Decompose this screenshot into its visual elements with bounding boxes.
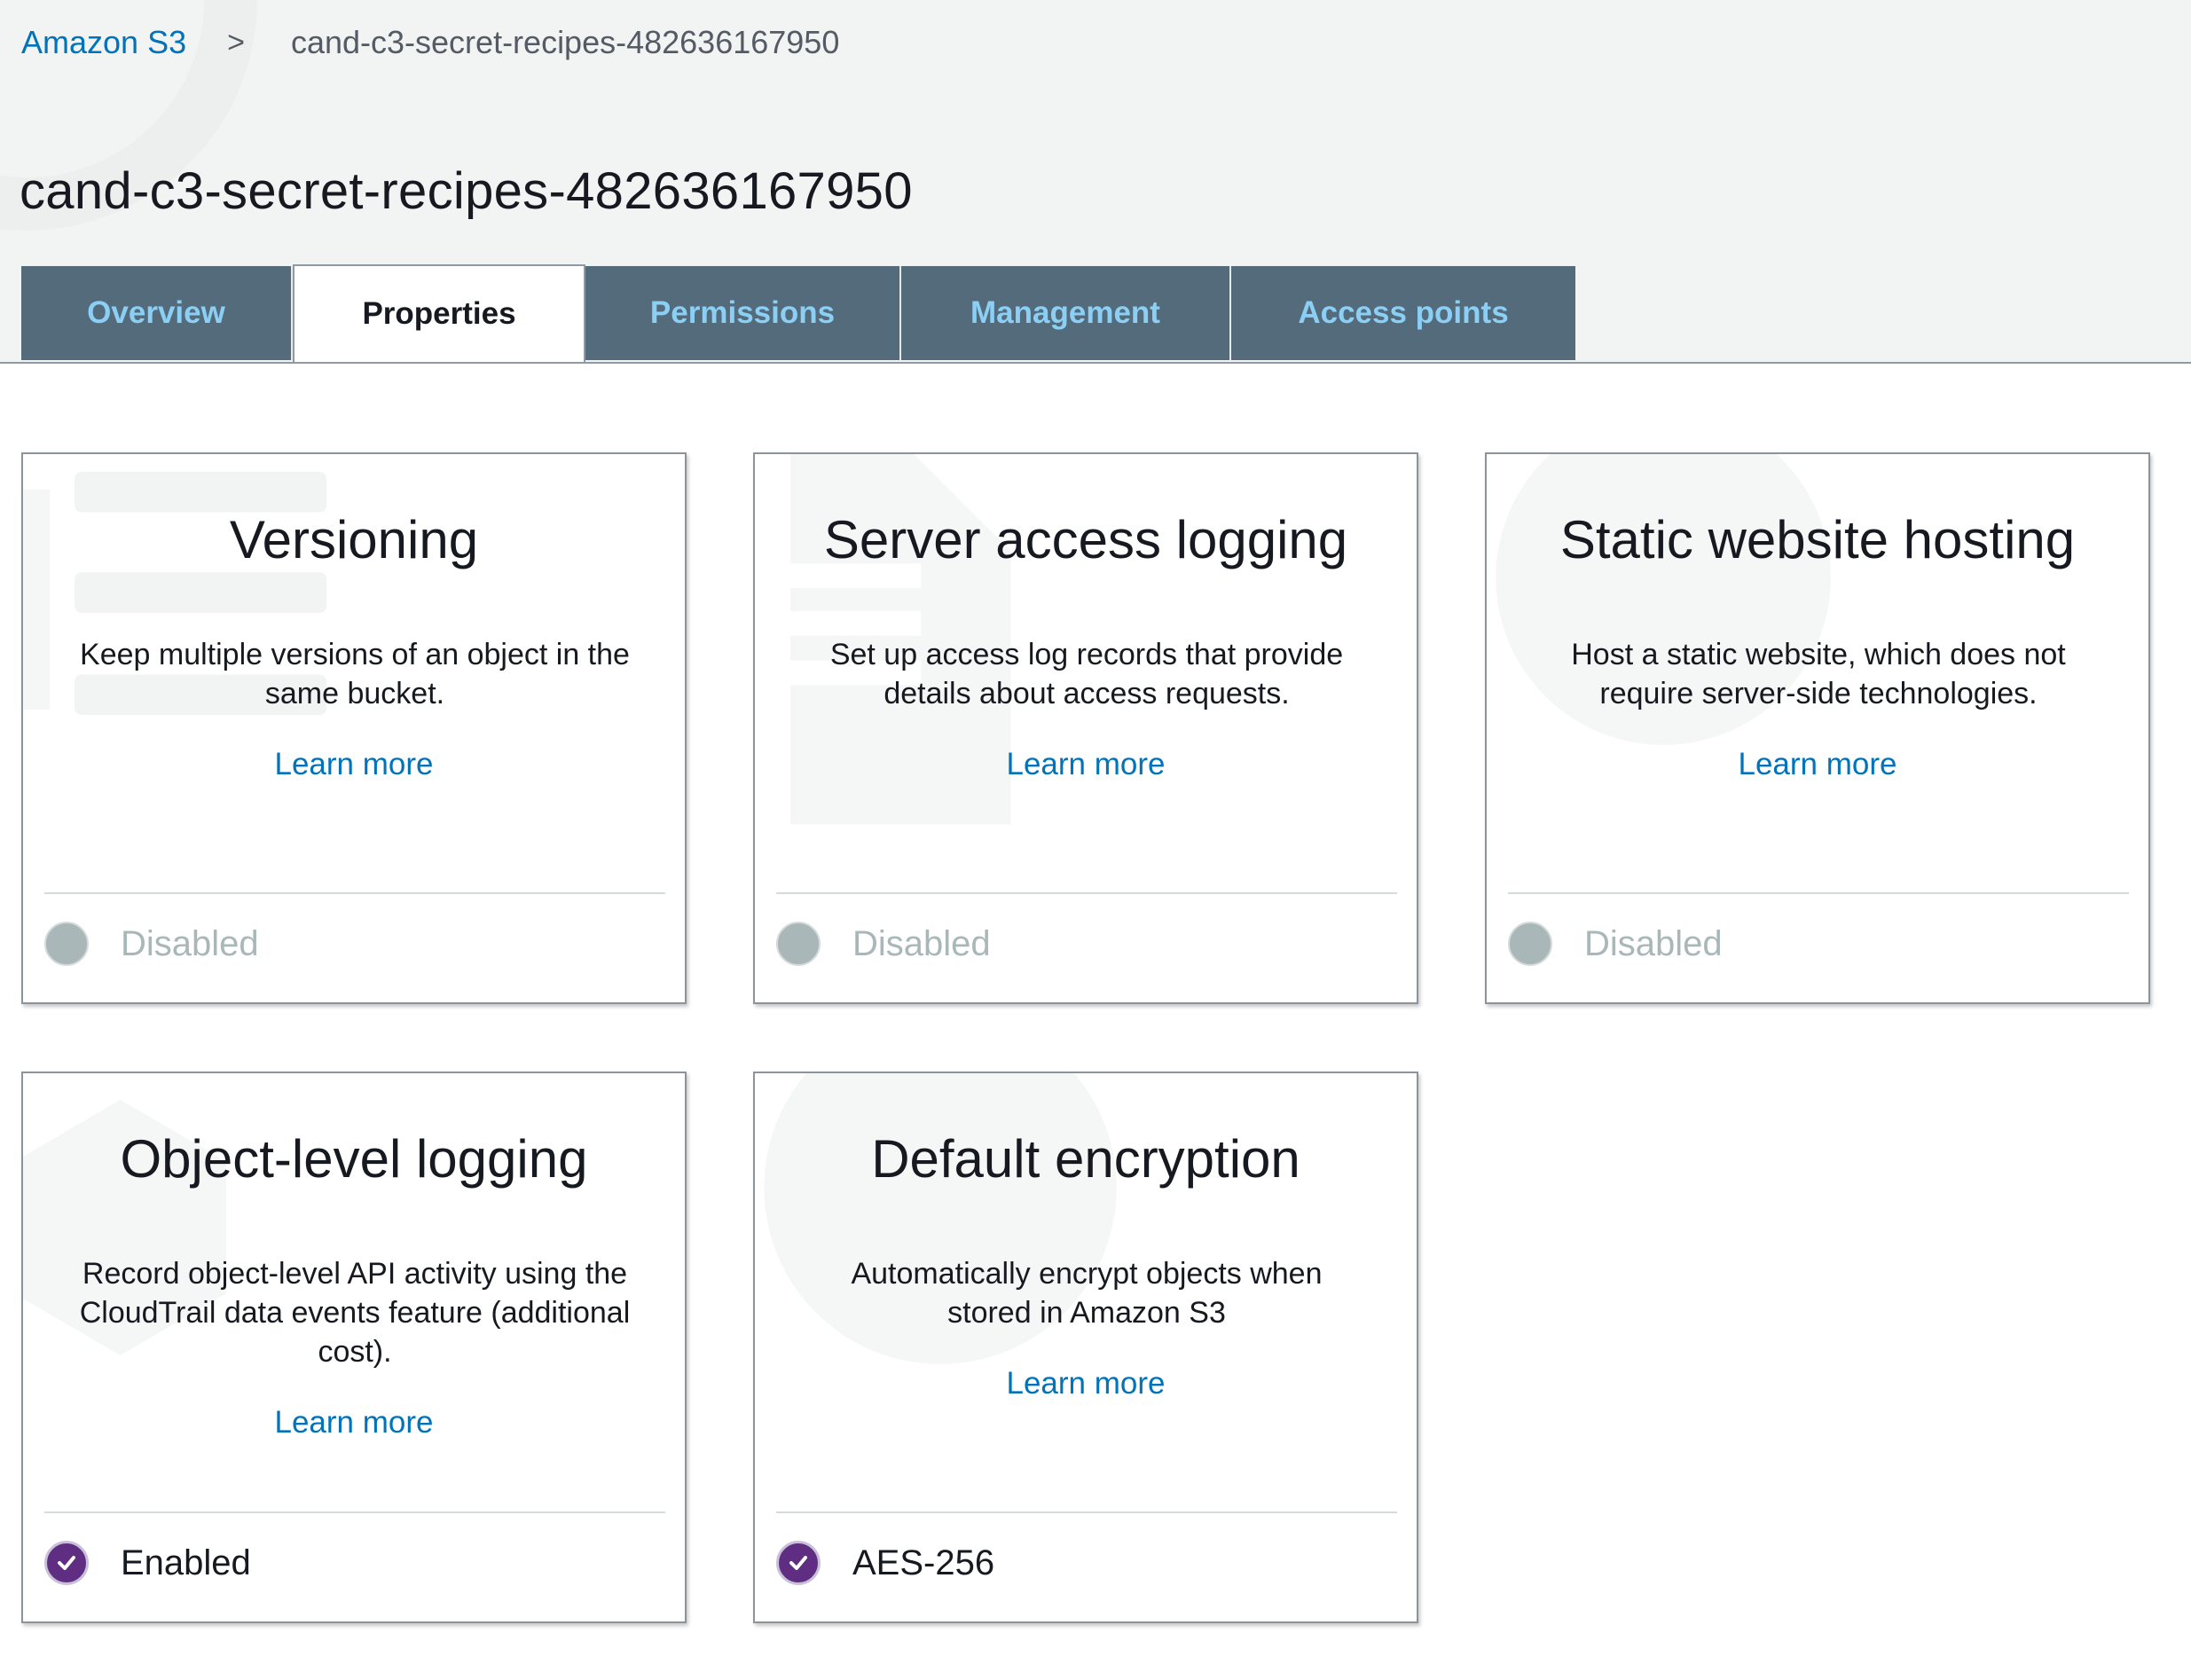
static-website-hosting-divider bbox=[1508, 892, 2129, 894]
static-website-hosting-title: Static website hosting bbox=[1559, 510, 2076, 569]
versioning-divider bbox=[44, 892, 665, 894]
default-encryption-description: Automatically encrypt objects when store… bbox=[851, 1257, 1323, 1330]
tab-overview[interactable]: Overview bbox=[21, 266, 293, 360]
versioning-card[interactable]: Versioning Keep multiple versions of an … bbox=[21, 452, 687, 1004]
versioning-status: Disabled bbox=[44, 922, 259, 966]
static-website-hosting-status: Disabled bbox=[1508, 922, 1723, 966]
server-access-logging-description: Set up access log records that provide d… bbox=[829, 638, 1344, 710]
static-website-hosting-card[interactable]: Static website hosting Host a static web… bbox=[1485, 452, 2150, 1004]
tab-permissions[interactable]: Permissions bbox=[585, 266, 901, 360]
object-level-logging-status-text: Enabled bbox=[121, 1543, 251, 1582]
server-access-logging-title: Server access logging bbox=[823, 510, 1348, 569]
object-level-logging-learn-more-link[interactable]: Learn more bbox=[23, 1405, 685, 1441]
tab-access-points[interactable]: Access points bbox=[1231, 266, 1575, 360]
breadcrumb-amazon-s3-link[interactable]: Amazon S3 bbox=[21, 24, 186, 61]
static-website-hosting-status-text: Disabled bbox=[1584, 923, 1723, 963]
server-access-logging-card[interactable]: Server access logging Set up access log … bbox=[753, 452, 1418, 1004]
disabled-circle-icon bbox=[1508, 922, 1552, 966]
disabled-circle-icon bbox=[44, 922, 89, 966]
default-encryption-status-text: AES-256 bbox=[852, 1543, 995, 1582]
checkmark-icon bbox=[58, 1556, 75, 1570]
check-circle-icon bbox=[776, 1541, 821, 1585]
default-encryption-title: Default encryption bbox=[871, 1129, 1300, 1189]
s3-bucket-properties-page: Amazon S3 > cand-c3-secret-recipes-48263… bbox=[0, 0, 2191, 1680]
page-header: Amazon S3 > cand-c3-secret-recipes-48263… bbox=[0, 0, 2191, 364]
tab-management[interactable]: Management bbox=[901, 266, 1231, 360]
versioning-title: Versioning bbox=[229, 510, 479, 569]
versioning-status-text: Disabled bbox=[121, 923, 259, 963]
disabled-circle-icon bbox=[776, 922, 821, 966]
static-website-hosting-description: Host a static website, which does not re… bbox=[1571, 638, 2066, 710]
object-level-logging-status: Enabled bbox=[44, 1541, 251, 1585]
tab-bar: Overview Properties Permissions Manageme… bbox=[21, 264, 1575, 364]
checkmark-icon bbox=[789, 1556, 807, 1570]
server-access-logging-learn-more-link[interactable]: Learn more bbox=[755, 747, 1417, 782]
breadcrumb-current-bucket: cand-c3-secret-recipes-482636167950 bbox=[290, 24, 840, 60]
default-encryption-status: AES-256 bbox=[776, 1541, 994, 1585]
breadcrumb-separator-icon: > bbox=[227, 25, 245, 59]
server-access-logging-status-text: Disabled bbox=[852, 923, 991, 963]
breadcrumb: Amazon S3 > cand-c3-secret-recipes-48263… bbox=[21, 21, 839, 64]
default-encryption-card[interactable]: Default encryption Automatically encrypt… bbox=[753, 1072, 1418, 1623]
page-title: cand-c3-secret-recipes-482636167950 bbox=[20, 162, 913, 220]
default-encryption-divider bbox=[776, 1511, 1397, 1513]
static-website-hosting-learn-more-link[interactable]: Learn more bbox=[1487, 747, 2148, 782]
default-encryption-learn-more-link[interactable]: Learn more bbox=[755, 1366, 1417, 1401]
server-access-logging-status: Disabled bbox=[776, 922, 991, 966]
versioning-learn-more-link[interactable]: Learn more bbox=[23, 747, 685, 782]
object-level-logging-divider bbox=[44, 1511, 665, 1513]
check-circle-icon bbox=[44, 1541, 89, 1585]
tab-underline bbox=[0, 362, 2191, 364]
object-level-logging-title: Object-level logging bbox=[120, 1129, 588, 1189]
versioning-description: Keep multiple versions of an object in t… bbox=[80, 638, 630, 710]
tab-properties[interactable]: Properties bbox=[293, 264, 585, 364]
object-level-logging-description: Record object-level API activity using t… bbox=[79, 1257, 631, 1369]
object-level-logging-card[interactable]: Object-level logging Record object-level… bbox=[21, 1072, 687, 1623]
server-access-logging-divider bbox=[776, 892, 1397, 894]
